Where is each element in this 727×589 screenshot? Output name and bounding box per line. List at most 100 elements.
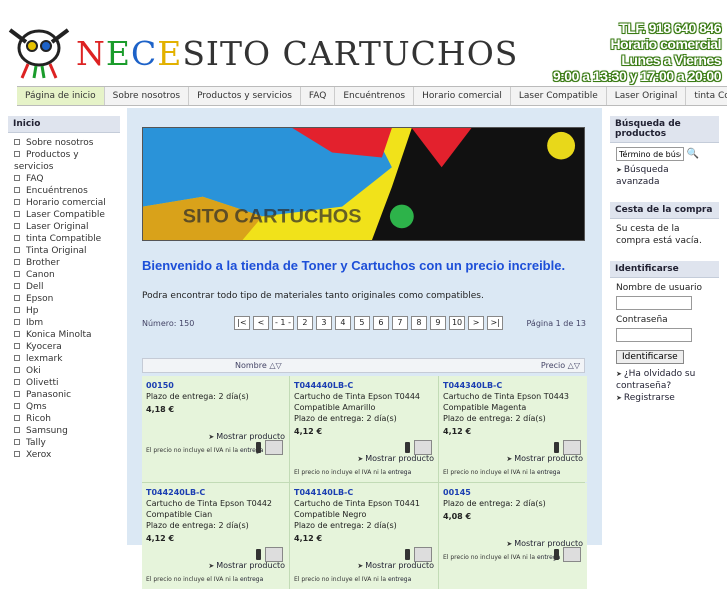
nav-tab[interactable]: Productos y servicios xyxy=(189,87,301,105)
cart-add-icon[interactable] xyxy=(563,440,581,455)
page-button[interactable]: 6 xyxy=(372,316,389,330)
category-item[interactable]: FAQ xyxy=(14,173,114,185)
arrow-icon: ➤ xyxy=(506,455,513,463)
category-item[interactable]: Kyocera xyxy=(14,341,114,353)
category-item[interactable]: Horario comercial xyxy=(14,197,114,209)
category-label: Canon xyxy=(26,270,55,280)
category-item[interactable]: tinta Compatible xyxy=(14,233,114,245)
search-title: Búsqueda de productos xyxy=(610,116,719,143)
category-item[interactable]: Samsung xyxy=(14,425,114,437)
cart-add-icon[interactable] xyxy=(414,547,432,562)
page-button[interactable]: 3 xyxy=(315,316,332,330)
category-item[interactable]: Dell xyxy=(14,281,114,293)
category-item[interactable]: Sobre nosotros xyxy=(14,137,114,149)
category-item[interactable]: Qms xyxy=(14,401,114,413)
page-button[interactable]: - 1 - xyxy=(272,316,294,330)
page-button[interactable]: 10 xyxy=(448,316,466,330)
show-product-link[interactable]: Mostrar producto xyxy=(365,454,434,463)
delivery-link[interactable]: entrega xyxy=(240,576,263,583)
nav-tab[interactable]: Encuéntrenos xyxy=(335,87,415,105)
arrow-icon: ➤ xyxy=(357,455,364,463)
delivery-link[interactable]: entrega xyxy=(537,469,560,476)
category-item[interactable]: Laser Original xyxy=(14,221,114,233)
iva-note: El precio no incluye el IVA ni la xyxy=(146,576,239,583)
page-button[interactable]: 4 xyxy=(334,316,351,330)
pagination: |< < - 1 -2 3 4 5 6 7 8 9 10 > >| xyxy=(234,316,504,330)
cart-add-icon[interactable] xyxy=(414,440,432,455)
category-item[interactable]: Oki xyxy=(14,365,114,377)
cart-add-icon[interactable] xyxy=(563,547,581,562)
nav-tab[interactable]: tinta Compatible xyxy=(686,87,727,105)
product-code[interactable]: T044140LB-C xyxy=(294,487,434,498)
product-code[interactable]: T044440LB-C xyxy=(294,380,434,391)
search-input[interactable] xyxy=(616,147,684,161)
page-button[interactable]: 5 xyxy=(353,316,370,330)
site-logo-text[interactable]: NECESITO CARTUCHOS xyxy=(76,34,518,73)
category-item[interactable]: Tally xyxy=(14,437,114,449)
sort-name-header[interactable]: Nombre △▽ xyxy=(235,359,282,372)
bullet-icon xyxy=(14,259,20,265)
product-code[interactable]: 00145 xyxy=(443,487,583,498)
cart-add-icon[interactable] xyxy=(265,440,283,455)
page-button[interactable]: 8 xyxy=(410,316,427,330)
delivery-link[interactable]: entrega xyxy=(388,576,411,583)
category-label: Productos y servicios xyxy=(14,150,79,172)
show-product-link[interactable]: Mostrar producto xyxy=(216,561,285,570)
show-product-link[interactable]: Mostrar producto xyxy=(365,561,434,570)
product-card: T044440LB-C Cartucho de Tinta Epson T0444… xyxy=(290,376,438,482)
nav-tab[interactable]: Página de inicio xyxy=(17,87,105,105)
nav-tab[interactable]: Sobre nosotros xyxy=(105,87,190,105)
product-count: Número: 150 xyxy=(142,319,195,328)
delivery-link[interactable]: entrega xyxy=(388,469,411,476)
category-item[interactable]: Laser Compatible xyxy=(14,209,114,221)
category-label: Horario comercial xyxy=(26,198,106,208)
register-link[interactable]: Registrarse xyxy=(624,393,675,403)
category-label: Olivetti xyxy=(26,378,59,388)
product-code[interactable]: 00150 xyxy=(146,380,285,391)
category-item[interactable]: Konica Minolta xyxy=(14,329,114,341)
show-product-link[interactable]: Mostrar producto xyxy=(514,454,583,463)
page-button[interactable]: |< xyxy=(234,316,250,330)
page-button[interactable]: 9 xyxy=(429,316,446,330)
nav-tab[interactable]: FAQ xyxy=(301,87,336,105)
password-field[interactable] xyxy=(616,328,692,342)
sort-price-header[interactable]: Precio △▽ xyxy=(541,359,580,372)
product-price: 4,12 € xyxy=(294,427,323,436)
bullet-icon xyxy=(14,331,20,337)
page-button[interactable]: >| xyxy=(487,316,504,330)
arrow-icon: ➤ xyxy=(357,562,364,570)
cart-add-icon[interactable] xyxy=(265,547,283,562)
category-item[interactable]: Xerox xyxy=(14,449,114,461)
product-name: Cartucho de Tinta Epson T0442 Compatible… xyxy=(146,499,273,519)
search-icon[interactable]: 🔍 xyxy=(687,149,699,160)
category-item[interactable]: Ricoh xyxy=(14,413,114,425)
top-navigation: Página de inicio Sobre nosotros Productos … xyxy=(17,86,727,106)
category-item[interactable]: lexmark xyxy=(14,353,114,365)
nav-tab[interactable]: Horario comercial xyxy=(414,87,511,105)
page-button[interactable]: > xyxy=(468,316,485,330)
nav-tab[interactable]: Laser Compatible xyxy=(511,87,607,105)
category-item[interactable]: Productos y servicios xyxy=(14,149,114,173)
page-button[interactable]: < xyxy=(253,316,269,330)
category-item[interactable]: Panasonic xyxy=(14,389,114,401)
page-button[interactable]: 2 xyxy=(296,316,313,330)
category-item[interactable]: Brother xyxy=(14,257,114,269)
username-field[interactable] xyxy=(616,296,692,310)
category-item[interactable]: Tinta Original xyxy=(14,245,114,257)
product-code[interactable]: T044240LB-C xyxy=(146,487,285,498)
category-item[interactable]: Canon xyxy=(14,269,114,281)
category-item[interactable]: Hp xyxy=(14,305,114,317)
forgot-password-link[interactable]: ¿Ha olvidado su contraseña? xyxy=(616,369,695,391)
logo-icon[interactable] xyxy=(6,24,72,80)
category-item[interactable]: Encuéntrenos xyxy=(14,185,114,197)
login-button[interactable]: Identificarse xyxy=(616,350,684,364)
cart-title[interactable]: Cesta de la compra xyxy=(610,202,719,219)
category-item[interactable]: Ibm xyxy=(14,317,114,329)
product-code[interactable]: T044340LB-C xyxy=(443,380,583,391)
category-item[interactable]: Olivetti xyxy=(14,377,114,389)
advanced-search-link[interactable]: Búsqueda avanzada xyxy=(616,165,669,187)
cart-empty-text: Su cesta de la compra está vacía. xyxy=(616,224,702,246)
page-button[interactable]: 7 xyxy=(391,316,408,330)
nav-tab[interactable]: Laser Original xyxy=(607,87,687,105)
category-item[interactable]: Epson xyxy=(14,293,114,305)
